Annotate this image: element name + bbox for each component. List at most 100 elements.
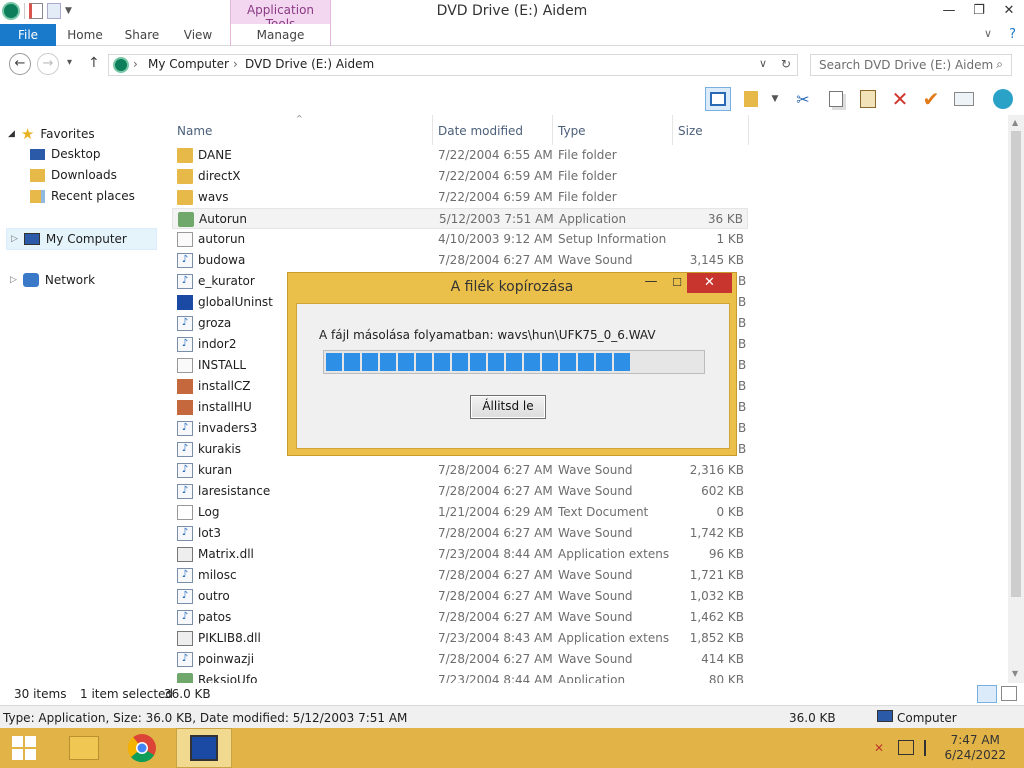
- file-row[interactable]: directX 7/22/2004 6:59 AM File folder: [172, 166, 748, 187]
- breadcrumb-my-computer[interactable]: My Computer: [148, 57, 229, 71]
- file-date: 5/12/2003 7:51 AM: [439, 212, 554, 226]
- file-row[interactable]: ♪ budowa 7/28/2004 6:27 AM Wave Sound 3,145 …: [172, 250, 748, 271]
- file-row[interactable]: autorun 4/10/2003 9:12 AM Setup Informatio…: [172, 229, 748, 250]
- address-bar[interactable]: › My Computer › DVD Drive (E:) Aidem ∨ ↻: [108, 54, 798, 76]
- search-folder-icon[interactable]: [738, 87, 764, 111]
- bitmap-image-icon: [177, 379, 193, 394]
- search-folder-dropdown-icon[interactable]: ▼: [762, 87, 788, 111]
- tab-home[interactable]: Home: [62, 24, 108, 46]
- scroll-up-icon[interactable]: ▲: [1012, 118, 1018, 127]
- file-row[interactable]: DANE 7/22/2004 6:55 AM File folder: [172, 145, 748, 166]
- column-header-name[interactable]: Name: [171, 120, 212, 144]
- column-header-type[interactable]: Type: [552, 120, 586, 144]
- nav-recent-places[interactable]: Recent places: [30, 189, 135, 203]
- tray-network-icon[interactable]: [898, 740, 914, 755]
- refresh-icon[interactable]: ↻: [781, 57, 791, 71]
- recent-locations-icon[interactable]: ▾: [67, 57, 72, 68]
- tray-mute-icon[interactable]: ✕: [874, 741, 888, 755]
- file-type: Application extens...: [558, 631, 670, 645]
- breadcrumb-dvd-drive[interactable]: DVD Drive (E:) Aidem: [245, 57, 374, 71]
- vertical-scrollbar[interactable]: ▲ ▼: [1008, 115, 1024, 683]
- globe-icon[interactable]: [990, 87, 1016, 111]
- help-icon[interactable]: ?: [1009, 27, 1016, 42]
- nav-favorites-label: Favorites: [40, 127, 95, 141]
- file-size-partial: B: [738, 442, 747, 456]
- nav-downloads[interactable]: Downloads: [30, 168, 117, 182]
- back-button[interactable]: ←: [9, 53, 31, 75]
- ribbon-tabs: File Home Share View Manage ∨ ?: [0, 24, 1024, 46]
- file-date: 7/22/2004 6:55 AM: [438, 148, 553, 162]
- clock-date: 6/24/2022: [944, 748, 1006, 762]
- tray-flag-icon[interactable]: [924, 740, 938, 756]
- scrollbar-thumb[interactable]: [1011, 131, 1021, 597]
- tab-file[interactable]: File: [0, 24, 56, 46]
- column-separator[interactable]: [748, 115, 749, 145]
- nav-recent-places-label: Recent places: [51, 189, 135, 203]
- setup-info-icon: [177, 358, 193, 373]
- paste-icon[interactable]: [855, 87, 881, 111]
- file-size: 80 KB: [708, 673, 744, 683]
- cut-icon[interactable]: ✂: [790, 87, 816, 111]
- scroll-down-icon[interactable]: ▼: [1012, 669, 1018, 678]
- system-clock[interactable]: 7:47 AM 6/24/2022: [944, 733, 1006, 763]
- large-icons-view-icon[interactable]: [1001, 686, 1017, 701]
- search-input[interactable]: Search DVD Drive (E:) Aidem ⌕: [810, 54, 1012, 76]
- tab-view[interactable]: View: [176, 24, 220, 46]
- file-row[interactable]: ♪ patos 7/28/2004 6:27 AM Wave Sound 1,462 K…: [172, 607, 748, 628]
- expand-ribbon-icon[interactable]: ∨: [984, 27, 992, 40]
- nav-favorites[interactable]: ◢ ★ Favorites: [8, 125, 95, 143]
- up-button[interactable]: ↑: [88, 55, 100, 71]
- minimize-button[interactable]: —: [934, 0, 964, 22]
- forward-button[interactable]: →: [37, 53, 59, 75]
- file-row[interactable]: wavs 7/22/2004 6:59 AM File folder: [172, 187, 748, 208]
- file-row[interactable]: ♪ kuran 7/28/2004 6:27 AM Wave Sound 2,316 K…: [172, 460, 748, 481]
- file-name: kurakis: [198, 442, 242, 456]
- file-row[interactable]: ♪ milosc 7/28/2004 6:27 AM Wave Sound 1,721 …: [172, 565, 748, 586]
- tab-share[interactable]: Share: [118, 24, 166, 46]
- dialog-close-button[interactable]: ✕: [687, 273, 732, 293]
- nav-my-computer[interactable]: ▷ My Computer: [6, 228, 157, 250]
- file-row[interactable]: PIKLIB8.dll 7/23/2004 8:43 AM Application …: [172, 628, 748, 649]
- file-row[interactable]: ♪ lot3 7/28/2004 6:27 AM Wave Sound 1,742 KB: [172, 523, 748, 544]
- stop-button[interactable]: Állitsd le: [470, 395, 546, 419]
- file-explorer-taskbar-button[interactable]: [56, 728, 112, 768]
- delete-icon[interactable]: ✕: [887, 87, 913, 111]
- file-row[interactable]: Autorun 5/12/2003 7:51 AM Application 36 KB: [172, 208, 748, 229]
- checkmark-icon[interactable]: ✔: [918, 87, 944, 111]
- file-name: ReksioUfo: [198, 673, 258, 683]
- column-header-size[interactable]: Size: [672, 120, 703, 144]
- file-size: 36 KB: [707, 212, 743, 226]
- file-row[interactable]: Log 1/21/2004 6:29 AM Text Document 0 KB: [172, 502, 748, 523]
- network-icon: [22, 273, 39, 287]
- app-window-icon: [190, 735, 218, 761]
- dialog-minimize-button[interactable]: —: [638, 274, 664, 294]
- nav-network[interactable]: ▷ Network: [10, 273, 95, 287]
- chrome-taskbar-button[interactable]: [114, 728, 170, 768]
- copy-icon[interactable]: [823, 87, 849, 111]
- file-row[interactable]: ♪ poinwazji 7/28/2004 6:27 AM Wave Sound 414…: [172, 649, 748, 670]
- file-row[interactable]: ♪ outro 7/28/2004 6:27 AM Wave Sound 1,032 K…: [172, 586, 748, 607]
- file-row[interactable]: ♪ laresistance 7/28/2004 6:27 AM Wave Sound…: [172, 481, 748, 502]
- properties-card-icon[interactable]: [951, 87, 977, 111]
- close-button[interactable]: ✕: [994, 0, 1024, 22]
- maximize-button[interactable]: ❐: [964, 0, 994, 22]
- file-row[interactable]: Matrix.dll 7/23/2004 8:44 AM Application e…: [172, 544, 748, 565]
- copy-progress-dialog: A filék kopírozása — ☐ ✕ A fájl másolása…: [287, 272, 737, 456]
- file-row[interactable]: ReksioUfo 7/23/2004 8:44 AM Application 80 …: [172, 670, 748, 683]
- file-name: autorun: [198, 232, 246, 246]
- address-dropdown-icon[interactable]: ∨: [759, 57, 767, 70]
- start-button[interactable]: [0, 728, 48, 768]
- folder-icon: [177, 190, 193, 205]
- tab-manage[interactable]: Manage: [230, 24, 331, 46]
- nav-desktop[interactable]: Desktop: [30, 147, 101, 161]
- column-header-date[interactable]: Date modified: [432, 120, 523, 144]
- copy-app-taskbar-button[interactable]: [176, 728, 232, 768]
- file-size: 96 KB: [708, 547, 744, 561]
- details-view-icon[interactable]: [977, 685, 997, 703]
- desktop-icon: [30, 148, 45, 160]
- file-size: 1,742 KB: [689, 526, 744, 540]
- view-toggle-icon[interactable]: [705, 87, 731, 111]
- progress-segment: [470, 353, 486, 371]
- progress-segment: [362, 353, 378, 371]
- file-name: directX: [198, 169, 241, 183]
